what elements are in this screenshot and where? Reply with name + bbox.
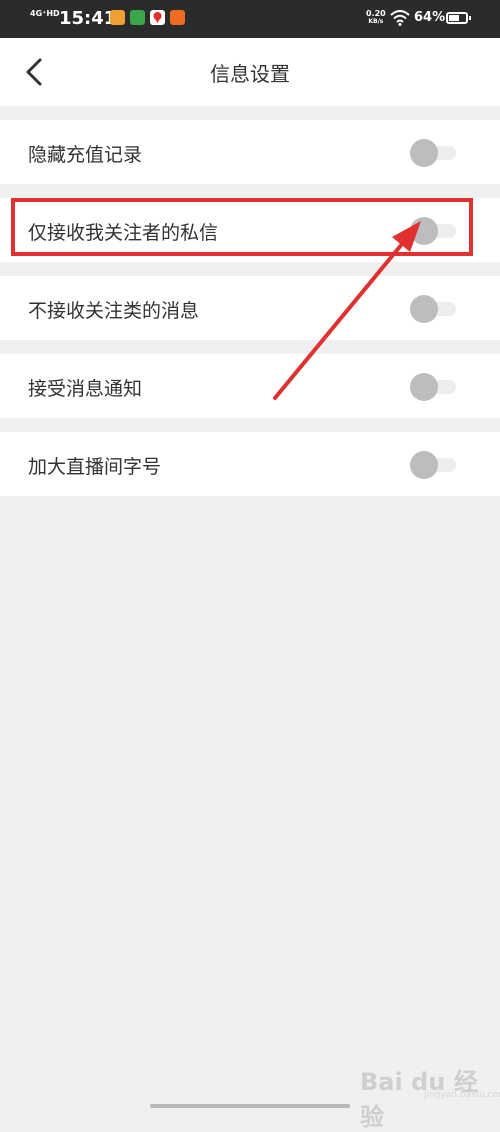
setting-label: 隐藏充值记录 <box>28 144 143 166</box>
battery-percent: 64% <box>414 10 446 25</box>
wifi-icon <box>390 10 410 30</box>
setting-larger-live-font: 加大直播间字号 <box>0 432 500 496</box>
toggle-knob <box>410 295 438 323</box>
no-follow-messages-toggle[interactable] <box>410 294 458 323</box>
setting-label: 加大直播间字号 <box>28 456 162 478</box>
green-app-icon <box>130 10 145 25</box>
toggle-knob <box>410 451 438 479</box>
status-time: 15:41 <box>59 8 117 29</box>
message-notification-toggle[interactable] <box>410 372 458 401</box>
map-pin-app-icon <box>150 10 165 25</box>
hide-recharge-toggle[interactable] <box>410 138 458 167</box>
setting-hide-recharge: 隐藏充值记录 <box>0 120 500 184</box>
orange-app-icon <box>110 10 125 25</box>
setting-message-notification: 接受消息通知 <box>0 354 500 418</box>
page-title: 信息设置 <box>210 62 290 86</box>
larger-live-font-toggle[interactable] <box>410 450 458 479</box>
toggle-knob <box>410 139 438 167</box>
home-indicator[interactable] <box>150 1104 350 1108</box>
setting-label: 接受消息通知 <box>28 378 143 400</box>
net-speed: 0.20 KB/s <box>366 10 386 26</box>
watermark-url: jingyan.baidu.com <box>424 1090 500 1100</box>
setting-no-follow-messages: 不接收关注类的消息 <box>0 276 500 340</box>
status-bar: 4G⁺HD 15:41 0.20 KB/s 64% <box>0 0 500 38</box>
highlight-box <box>11 198 473 256</box>
network-indicator: 4G⁺HD <box>30 9 60 18</box>
battery-fill <box>449 15 459 21</box>
battery-icon <box>446 12 471 24</box>
net-speed-unit: KB/s <box>368 18 384 25</box>
toggle-knob <box>410 373 438 401</box>
orange-app-icon-2 <box>170 10 185 25</box>
nav-bar: 信息设置 <box>0 38 500 106</box>
setting-label: 不接收关注类的消息 <box>28 300 200 322</box>
net-speed-value: 0.20 <box>366 9 386 18</box>
